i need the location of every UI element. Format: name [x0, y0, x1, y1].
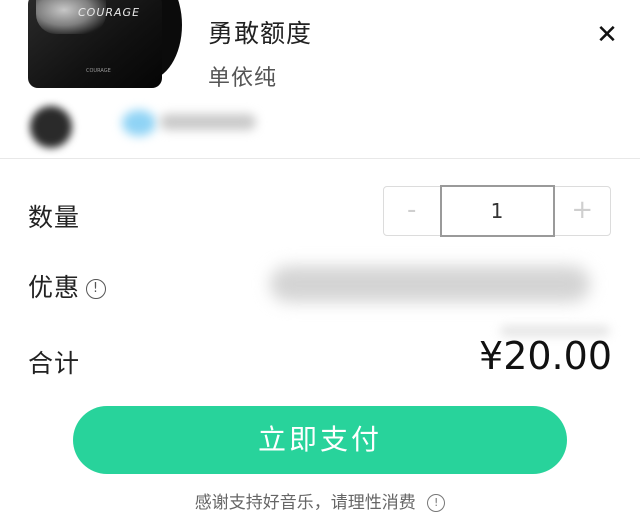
quantity-stepper[interactable]: - 1 +	[383, 185, 611, 237]
discount-label: 优惠	[28, 273, 81, 302]
total-price: ¥20.00	[479, 334, 612, 378]
discount-row: 优惠!	[28, 268, 107, 304]
footer-note-text: 感谢支持好音乐，请理性消费	[194, 493, 416, 513]
song-title: 勇敢额度	[208, 19, 313, 48]
blurred-avatar	[30, 106, 72, 148]
blurred-discount-value	[270, 266, 590, 302]
pay-now-button[interactable]: 立即支付	[73, 406, 567, 474]
blurred-badge	[122, 110, 156, 136]
quantity-input[interactable]: 1	[439, 185, 555, 237]
footer-info-icon[interactable]: !	[427, 494, 446, 512]
blurred-username	[160, 114, 256, 130]
divider	[0, 158, 640, 159]
artist-name: 单依纯	[208, 66, 278, 91]
decrement-button[interactable]: -	[384, 187, 440, 235]
album-cover: COURAGE COURAGE	[28, 0, 162, 88]
footer-note: 感谢支持好音乐，请理性消费 !	[0, 488, 640, 513]
quantity-label: 数量	[28, 203, 81, 232]
album-cover-text: COURAGE	[78, 6, 141, 19]
album-cover-small-text: COURAGE	[86, 68, 111, 74]
close-icon[interactable]: ✕	[594, 22, 620, 48]
total-label: 合计	[28, 349, 81, 378]
increment-button[interactable]: +	[555, 187, 611, 235]
info-icon[interactable]: !	[86, 279, 107, 299]
